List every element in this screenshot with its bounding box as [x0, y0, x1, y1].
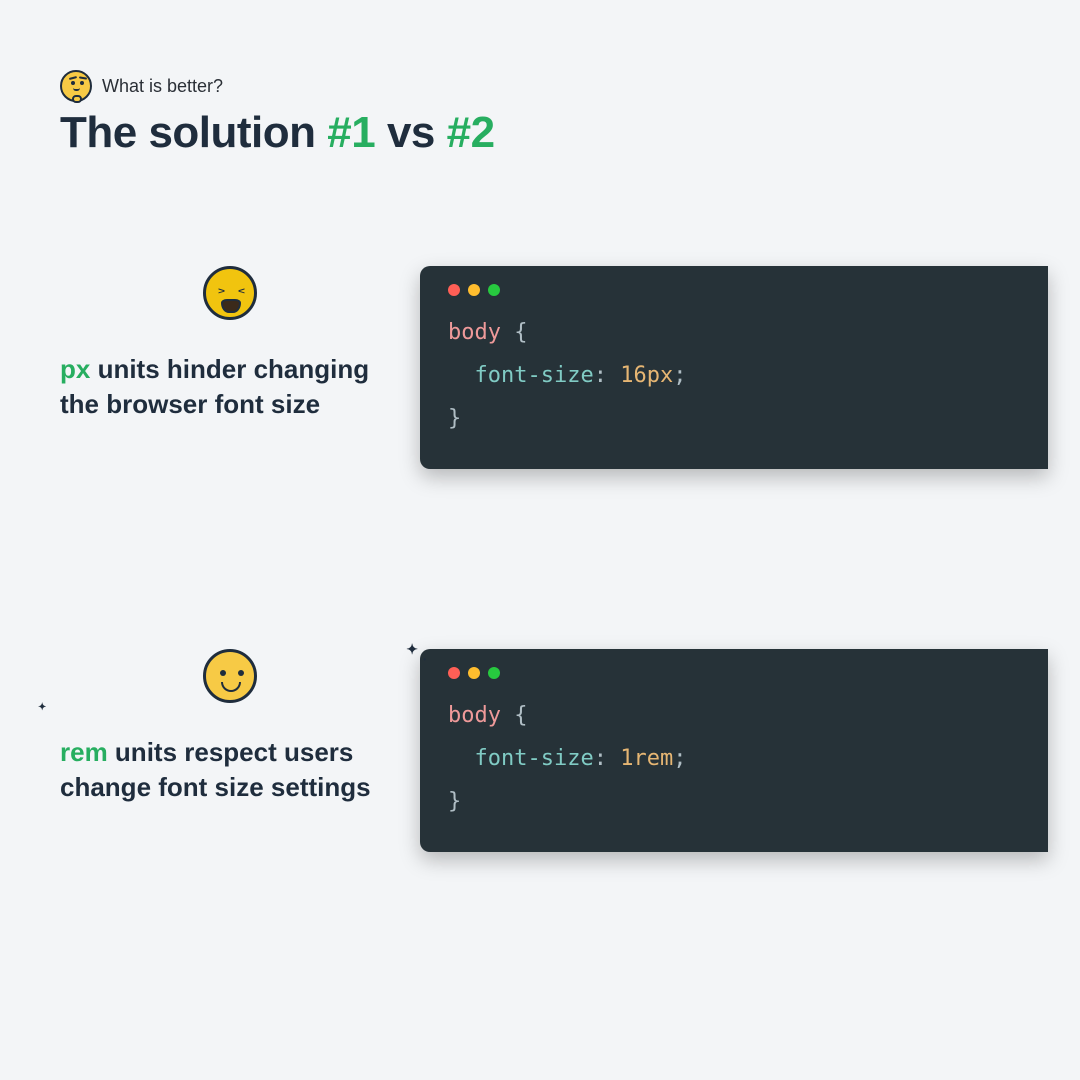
code-window-rem: body { font-size: 1rem; }: [420, 649, 1048, 852]
title-part-2: vs: [375, 108, 446, 157]
code-line-1: body {: [448, 312, 1020, 355]
code-brace-open: {: [514, 320, 527, 345]
title-part-1: The solution: [60, 108, 327, 157]
code-line-3: }: [448, 398, 1020, 441]
happy-face-icon: [203, 649, 257, 703]
eyebrow-row: What is better?: [60, 70, 1080, 102]
code-property: font-size: [474, 363, 593, 388]
title-accent-2: #2: [447, 108, 495, 157]
code-brace-close: }: [448, 406, 461, 431]
code-line-3: }: [448, 781, 1020, 824]
code-window-px: body { font-size: 16px; }: [420, 266, 1048, 469]
solution-row-px: >< px units hinder changing the browser …: [60, 266, 1080, 469]
code-brace-open: {: [514, 703, 527, 728]
weary-face-icon: ><: [203, 266, 257, 320]
window-dot-green-icon: [488, 284, 500, 296]
caption-accent-px: px: [60, 354, 90, 384]
title-accent-1: #1: [327, 108, 375, 157]
solution-left-px: >< px units hinder changing the browser …: [60, 266, 420, 422]
caption-rem: rem units respect users change font size…: [60, 735, 400, 805]
code-selector: body: [448, 320, 501, 345]
sparkle-icon: •: [423, 655, 426, 664]
comparison-container: >< px units hinder changing the browser …: [60, 266, 1080, 851]
window-traffic-lights: [448, 667, 1020, 679]
code-line-1: body {: [448, 695, 1020, 738]
solution-left-rem: ✦ ✦ • rem units respect users change fon…: [60, 649, 420, 805]
code-selector: body: [448, 703, 501, 728]
code-colon: :: [594, 363, 621, 388]
code-value: 16px: [620, 363, 673, 388]
code-brace-close: }: [448, 789, 461, 814]
caption-rest-px: units hinder changing the browser font s…: [60, 354, 369, 419]
thinking-face-icon: [60, 70, 92, 102]
window-dot-green-icon: [488, 667, 500, 679]
eyebrow-text: What is better?: [102, 76, 223, 97]
caption-accent-rem: rem: [60, 737, 108, 767]
code-semicolon: ;: [673, 746, 686, 771]
sparkle-icon: ✦: [406, 641, 418, 658]
window-dot-red-icon: [448, 284, 460, 296]
caption-px: px units hinder changing the browser fon…: [60, 352, 400, 422]
emoji-wrap-px: ><: [60, 266, 400, 320]
code-semicolon: ;: [673, 363, 686, 388]
code-line-2: font-size: 16px;: [448, 355, 1020, 398]
code-value: 1rem: [620, 746, 673, 771]
code-colon: :: [594, 746, 621, 771]
solution-row-rem: ✦ ✦ • rem units respect users change fon…: [60, 649, 1080, 852]
code-property: font-size: [474, 746, 593, 771]
page-title: The solution #1 vs #2: [60, 110, 1080, 156]
window-dot-yellow-icon: [468, 667, 480, 679]
window-dot-yellow-icon: [468, 284, 480, 296]
window-traffic-lights: [448, 284, 1020, 296]
code-line-2: font-size: 1rem;: [448, 738, 1020, 781]
emoji-wrap-rem: ✦ ✦ •: [60, 649, 400, 703]
window-dot-red-icon: [448, 667, 460, 679]
sparkle-icon: ✦: [38, 702, 46, 713]
